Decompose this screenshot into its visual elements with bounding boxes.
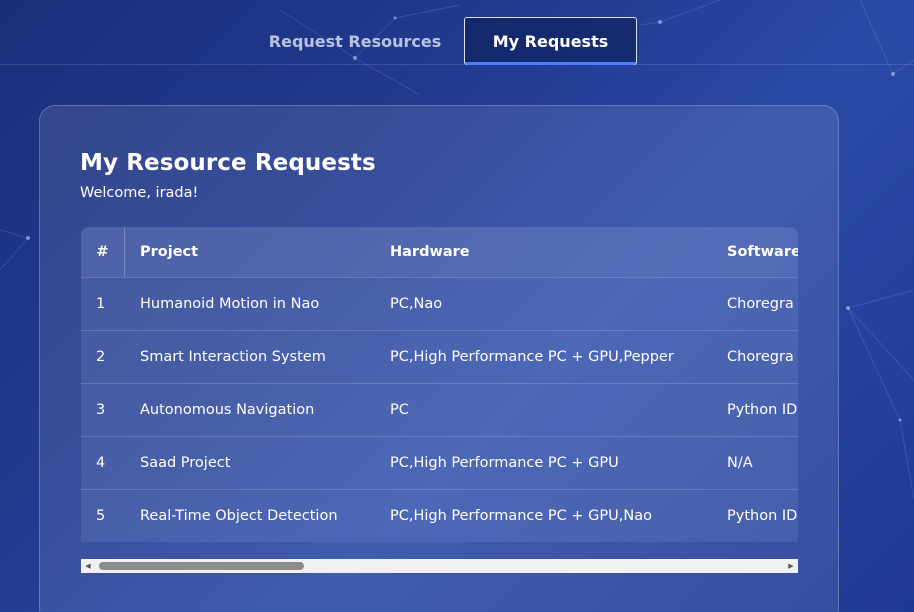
table-row: 5 Real-Time Object Detection PC,High Per… bbox=[81, 489, 798, 542]
header-project: Project bbox=[140, 244, 199, 260]
row-software: Choregra bbox=[727, 349, 794, 365]
table-header: # Project Hardware Software bbox=[81, 227, 798, 277]
row-hardware: PC,High Performance PC + GPU,Pepper bbox=[390, 349, 674, 365]
top-nav: Request Resources My Requests bbox=[0, 0, 914, 65]
tab-request-resources[interactable]: Request Resources bbox=[255, 17, 455, 65]
table-row: 3 Autonomous Navigation PC Python ID bbox=[81, 383, 798, 436]
table-row: 1 Humanoid Motion in Nao PC,Nao Choregra bbox=[81, 277, 798, 330]
row-hardware: PC,High Performance PC + GPU bbox=[390, 455, 619, 471]
row-number: 5 bbox=[96, 508, 106, 524]
table-row: 4 Saad Project PC,High Performance PC + … bbox=[81, 436, 798, 489]
header-hardware: Hardware bbox=[390, 244, 470, 260]
header-software: Software bbox=[727, 244, 798, 260]
row-number: 3 bbox=[96, 402, 106, 418]
row-number: 2 bbox=[96, 349, 106, 365]
scroll-right-arrow-icon[interactable]: ▶ bbox=[784, 559, 798, 573]
requests-card: My Resource Requests Welcome, irada! # P… bbox=[39, 105, 839, 612]
row-project: Saad Project bbox=[140, 455, 231, 471]
row-project: Autonomous Navigation bbox=[140, 402, 315, 418]
horizontal-scrollbar[interactable]: ◀ ▶ bbox=[81, 559, 798, 573]
row-number: 1 bbox=[96, 296, 106, 312]
row-project: Smart Interaction System bbox=[140, 349, 326, 365]
row-software: N/A bbox=[727, 455, 753, 471]
row-hardware: PC,High Performance PC + GPU,Nao bbox=[390, 508, 652, 524]
row-project: Humanoid Motion in Nao bbox=[140, 296, 320, 312]
welcome-message: Welcome, irada! bbox=[80, 185, 199, 201]
header-number: # bbox=[81, 227, 125, 277]
row-project: Real-Time Object Detection bbox=[140, 508, 338, 524]
page-title: My Resource Requests bbox=[80, 150, 376, 176]
requests-table: # Project Hardware Software 1 Humanoid M… bbox=[81, 227, 798, 558]
table-row: 2 Smart Interaction System PC,High Perfo… bbox=[81, 330, 798, 383]
row-software: Python ID bbox=[727, 402, 798, 418]
row-number: 4 bbox=[96, 455, 106, 471]
tab-my-requests[interactable]: My Requests bbox=[464, 17, 637, 65]
row-software: Python ID bbox=[727, 508, 798, 524]
row-software: Choregra bbox=[727, 296, 794, 312]
scrollbar-thumb[interactable] bbox=[99, 562, 304, 570]
row-hardware: PC bbox=[390, 402, 409, 418]
row-hardware: PC,Nao bbox=[390, 296, 443, 312]
scroll-left-arrow-icon[interactable]: ◀ bbox=[81, 559, 95, 573]
